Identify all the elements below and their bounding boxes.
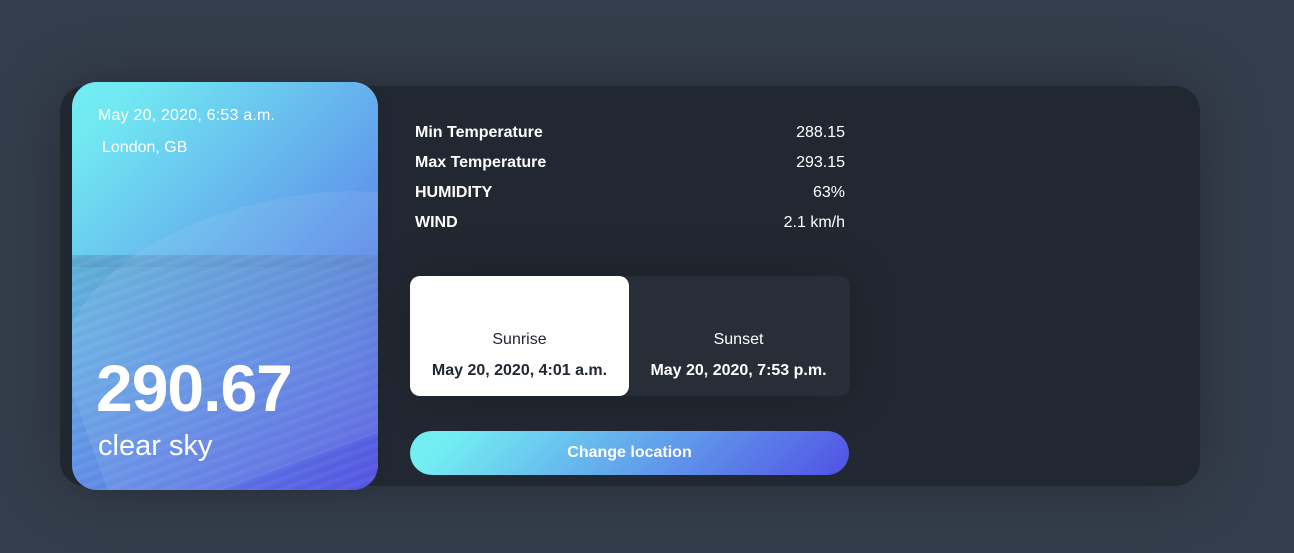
detail-row-min-temperature: Min Temperature 288.15 xyxy=(410,118,850,148)
detail-value: 293.15 xyxy=(796,154,845,171)
weather-description: clear sky xyxy=(98,430,213,462)
sunset-card[interactable]: Sunset May 20, 2020, 7:53 p.m. xyxy=(629,276,848,396)
detail-title: Max Temperature xyxy=(415,154,547,171)
detail-title: WIND xyxy=(415,214,458,231)
change-location-button[interactable]: Change location xyxy=(410,431,849,475)
temperature: 290.67 xyxy=(96,351,293,425)
sunrise-card[interactable]: Sunrise May 20, 2020, 4:01 a.m. xyxy=(410,276,629,396)
sunset-label: Sunset xyxy=(713,331,764,348)
detail-row-wind: WIND 2.1 km/h xyxy=(410,208,850,238)
detail-title: Min Temperature xyxy=(415,124,543,141)
detail-value: 2.1 km/h xyxy=(783,214,845,231)
sunrise-time: May 20, 2020, 4:01 a.m. xyxy=(431,362,608,379)
weather-card: May 20, 2020, 6:53 a.m. London, GB 290.6… xyxy=(72,82,378,490)
sun-times-panel: Sunrise May 20, 2020, 4:01 a.m. Sunset M… xyxy=(410,276,850,396)
date-time: May 20, 2020, 6:53 a.m. xyxy=(98,107,276,124)
detail-value: 288.15 xyxy=(796,124,845,141)
sunrise-label: Sunrise xyxy=(492,331,547,348)
detail-row-humidity: HUMIDITY 63% xyxy=(410,178,850,208)
location: London, GB xyxy=(102,139,188,156)
detail-value: 63% xyxy=(812,184,845,201)
sunset-time: May 20, 2020, 7:53 p.m. xyxy=(650,362,827,379)
weather-details: Min Temperature 288.15 Max Temperature 2… xyxy=(410,118,850,238)
detail-title: HUMIDITY xyxy=(415,184,493,201)
detail-row-max-temperature: Max Temperature 293.15 xyxy=(410,148,850,178)
